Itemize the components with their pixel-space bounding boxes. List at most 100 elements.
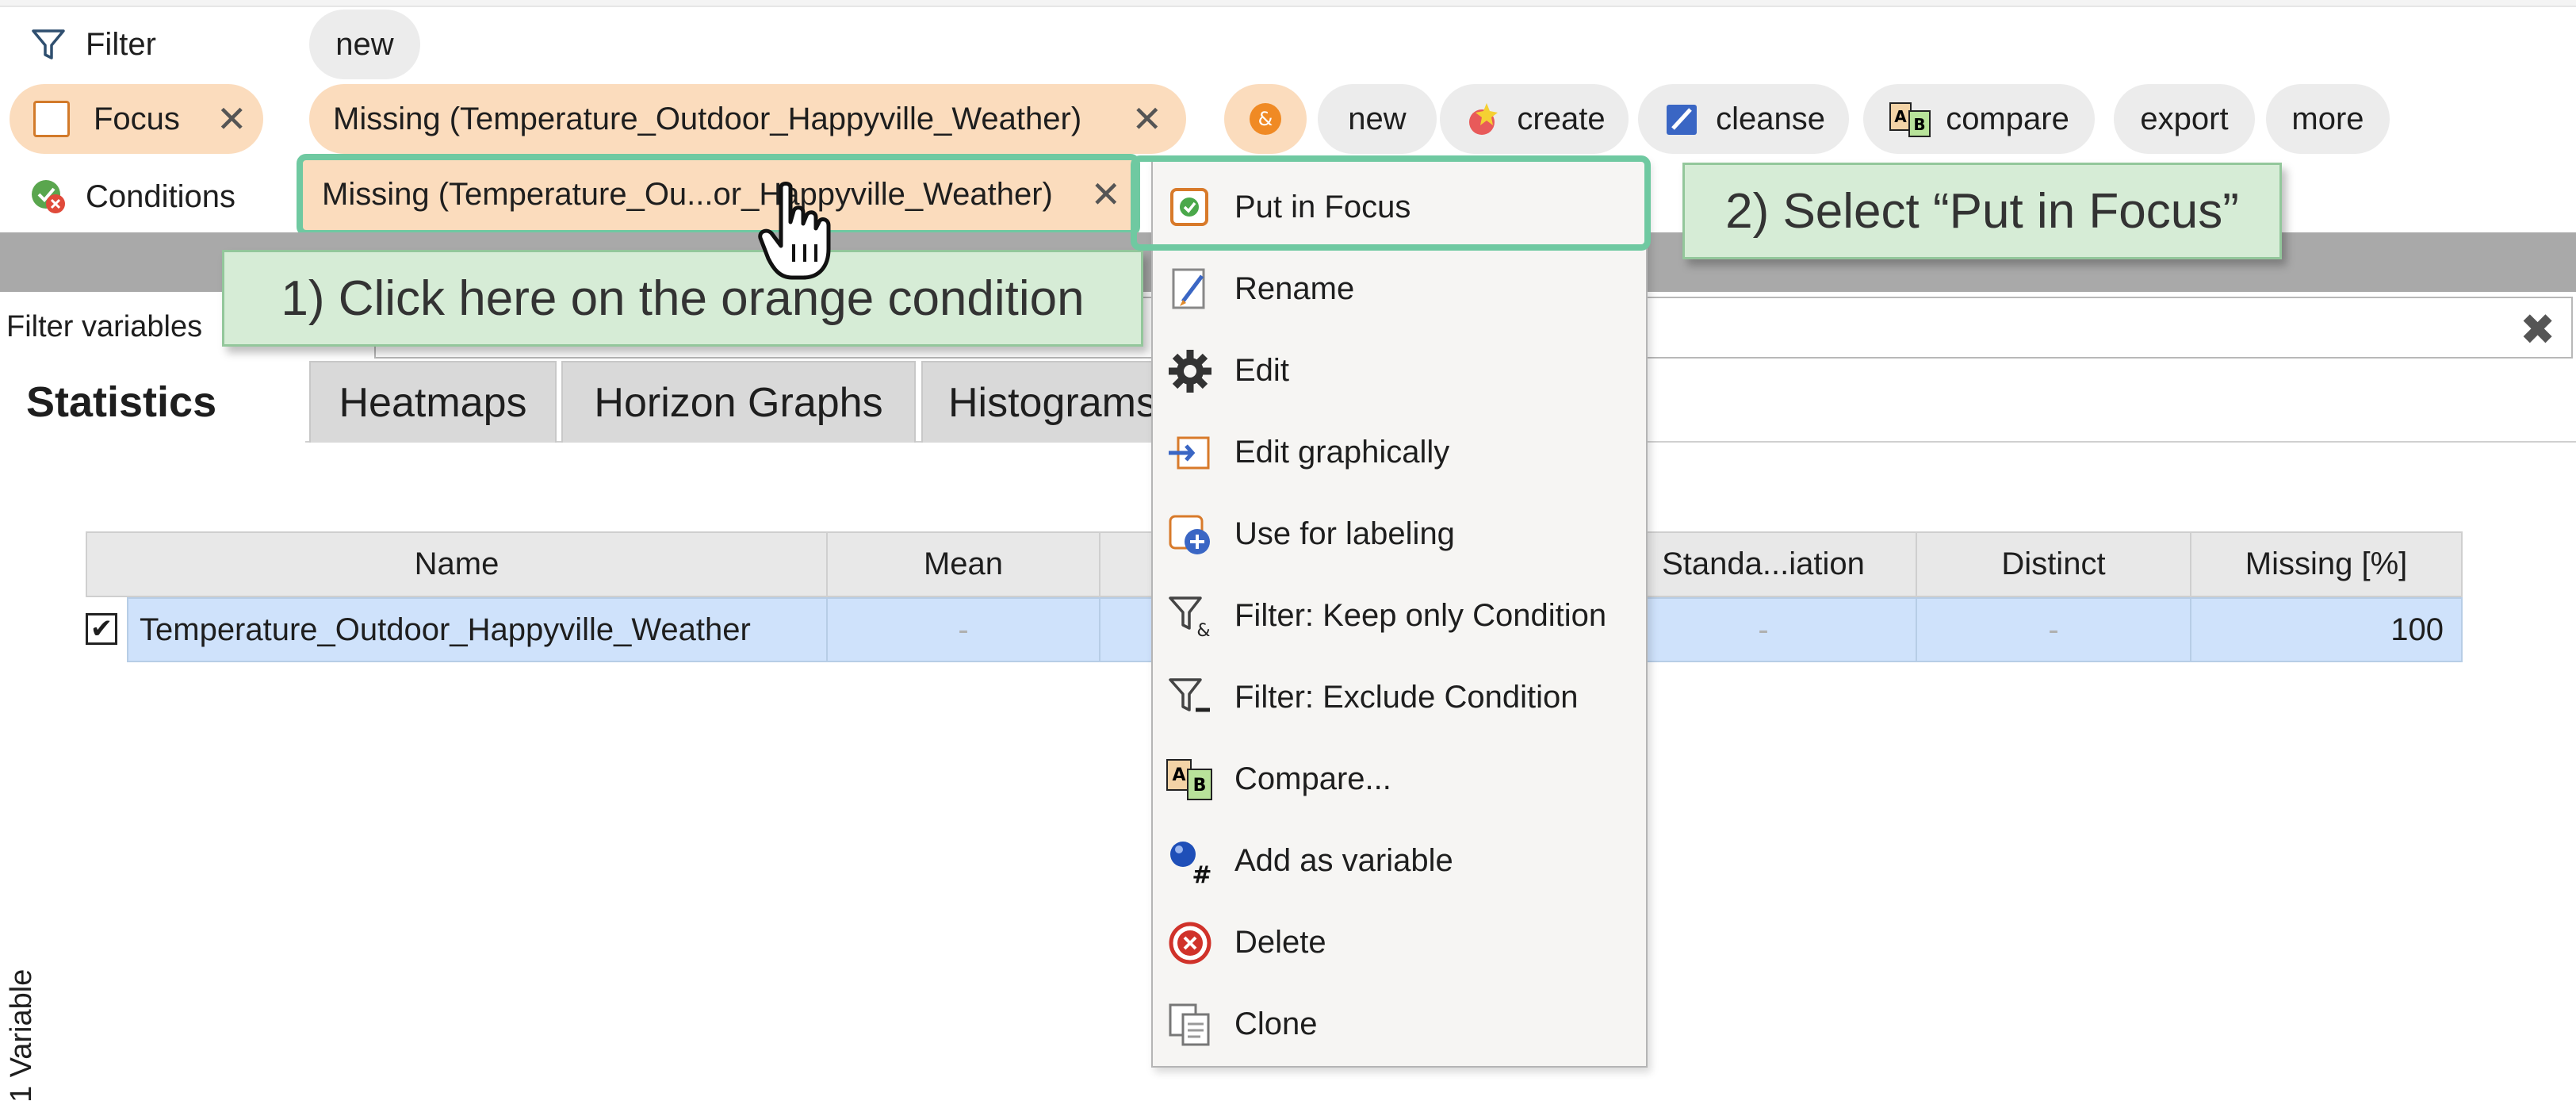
menu-item-use-for-labeling[interactable]: Use for labeling [1151,493,1648,575]
table-row-name[interactable]: Temperature_Outdoor_Happyville_Weather [127,597,828,662]
col-header-name-label: Name [414,546,500,581]
col-header-std-label: Standa...iation [1662,546,1865,581]
row-distinct-value: - [2048,612,2059,647]
menu-item-delete-label: Delete [1234,925,1326,960]
callout-step-1-text: 1) Click here on the orange condition [281,270,1085,326]
orange-badge-button[interactable]: & [1224,84,1307,154]
orange-condition-highlight [297,154,1140,236]
svg-text:#: # [1192,861,1211,886]
add-variable-icon: # [1170,841,1212,886]
toolbar-new-button[interactable]: new [1318,84,1437,154]
filter-new-chip[interactable]: new [309,10,420,79]
tab-heatmaps-label: Heatmaps [339,379,527,426]
col-header-name[interactable]: Name [86,531,828,597]
table-row-distinct: - [1916,597,2191,662]
variable-count-label: 1 Variable [5,968,38,1102]
menu-item-clone[interactable]: Clone [1151,984,1648,1065]
menu-item-add-as-variable[interactable]: # Add as variable [1151,820,1648,902]
filter-icon [32,29,65,59]
menu-item-edit[interactable]: Edit [1151,330,1648,412]
menu-item-filter-keep-label: Filter: Keep only Condition [1234,598,1607,633]
orange-badge-icon: & [1250,103,1281,135]
row-checkbox[interactable]: ✔ [86,613,117,645]
col-header-mean-label: Mean [923,546,1004,581]
toolbar-cleanse-button[interactable]: cleanse [1638,84,1849,154]
table-row-missing: 100 [2190,597,2463,662]
col-header-std[interactable]: Standa...iation [1610,531,1917,597]
tab-histograms-label: Histograms [948,379,1157,426]
clone-icon [1169,1003,1210,1045]
row-name-label: Temperature_Outdoor_Happyville_Weather [140,612,751,647]
top-border [0,0,2576,7]
col-header-distinct[interactable]: Distinct [1916,531,2191,597]
focus-label: Focus [94,101,180,136]
callout-step-2-text: 2) Select “Put in Focus” [1725,183,2239,239]
filter-exclude-icon [1169,677,1210,711]
toolbar-more-label: more [2291,101,2364,136]
toolbar-compare-label: compare [1946,101,2069,136]
toolbar-more-button[interactable]: more [2266,84,2390,154]
col-header-mean[interactable]: Mean [826,531,1100,597]
row-mean-value: - [958,612,969,647]
menu-item-filter-exclude-label: Filter: Exclude Condition [1234,680,1579,715]
put-in-focus-highlight [1131,155,1651,251]
menu-item-edit-graphically-label: Edit graphically [1234,435,1450,470]
menu-item-add-as-variable-label: Add as variable [1234,843,1453,878]
row-missing-value: 100 [2390,612,2444,647]
create-icon [1469,103,1499,135]
clear-filter-icon[interactable]: ✖ [2520,305,2555,355]
focus-condition-label: Missing (Temperature_Outdoor_Happyville_… [333,101,1082,136]
toolbar-cleanse-label: cleanse [1716,101,1825,136]
gear-icon [1169,349,1211,393]
focus-chip[interactable]: Focus ✕ [10,84,263,154]
focus-condition-chip[interactable]: Missing (Temperature_Outdoor_Happyville_… [309,84,1186,154]
menu-item-delete[interactable]: Delete [1151,902,1648,984]
toolbar-compare-button[interactable]: AB compare [1863,84,2095,154]
menu-item-clone-label: Clone [1234,1007,1318,1041]
compare-icon: AB [1889,102,1931,137]
conditions-icon [32,180,65,213]
menu-item-filter-exclude[interactable]: Filter: Exclude Condition [1151,657,1648,738]
filter-keep-icon: & [1169,596,1211,641]
toolbar-create-button[interactable]: create [1440,84,1629,154]
menu-item-rename-label: Rename [1234,271,1355,306]
rename-icon [1172,268,1205,309]
svg-text:A: A [1172,765,1185,785]
svg-text:&: & [1196,621,1210,641]
menu-item-use-for-labeling-label: Use for labeling [1234,516,1455,551]
tab-statistics[interactable]: Statistics [0,361,305,443]
conditions-row-label: Conditions [29,173,235,220]
hand-cursor-icon [758,182,831,280]
menu-item-rename[interactable]: Rename [1151,248,1648,330]
menu-item-edit-graphically[interactable]: Edit graphically [1151,412,1648,493]
focus-condition-close-icon[interactable]: ✕ [1131,98,1162,140]
tab-horizon-graphs[interactable]: Horizon Graphs [561,361,916,443]
svg-text:A: A [1894,107,1907,126]
toolbar-create-label: create [1517,101,1606,136]
focus-checkbox-icon [33,101,70,137]
col-header-missing-label: Missing [%] [2245,546,2408,581]
menu-item-compare-label: Compare... [1234,761,1391,796]
compare-icon: AB [1166,758,1212,800]
tab-histograms[interactable]: Histograms [921,361,1191,443]
callout-step-2: 2) Select “Put in Focus” [1682,163,2282,259]
col-header-missing[interactable]: Missing [%] [2190,531,2463,597]
tab-heatmaps[interactable]: Heatmaps [309,361,557,443]
filter-new-chip-label: new [335,26,394,62]
callout-step-1: 1) Click here on the orange condition [222,250,1143,347]
filter-variables-label: Filter variables [0,293,218,360]
svg-text:B: B [1193,776,1207,796]
tab-statistics-label: Statistics [26,378,217,426]
toolbar-export-button[interactable]: export [2114,84,2255,154]
focus-close-icon[interactable]: ✕ [216,98,247,140]
menu-item-filter-keep[interactable]: & Filter: Keep only Condition [1151,575,1648,657]
menu-item-edit-label: Edit [1234,353,1289,388]
menu-item-compare[interactable]: AB Compare... [1151,738,1648,820]
toolbar-export-label: export [2140,101,2229,136]
labeling-icon [1169,515,1210,554]
toolbar-new-label: new [1348,101,1407,136]
col-header-distinct-label: Distinct [2001,546,2106,581]
filter-row-label: Filter [29,22,156,67]
cleanse-icon [1667,105,1698,135]
svg-text:&: & [1258,108,1273,130]
